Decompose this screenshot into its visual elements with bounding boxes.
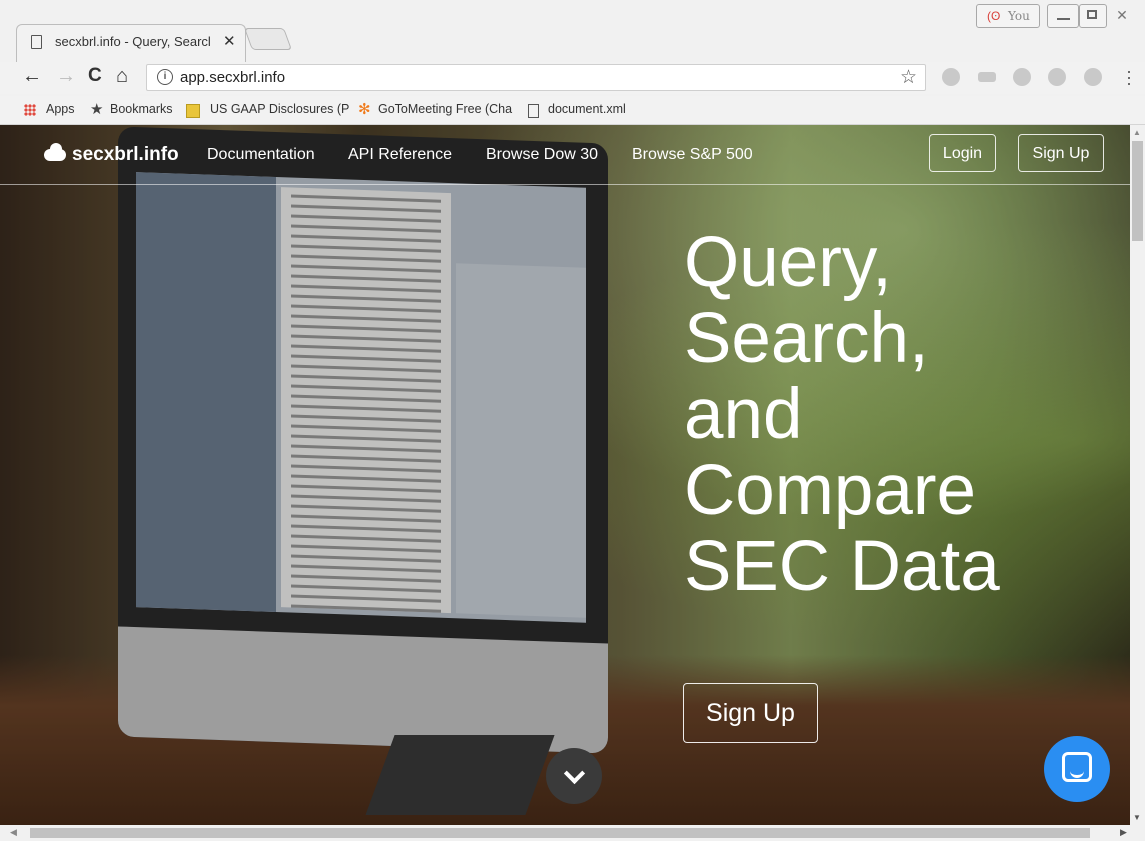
window-close-button[interactable]: ✕ (1107, 4, 1137, 28)
scroll-right-arrow-icon[interactable]: ▶ (1120, 827, 1127, 838)
bookmarks-bar: Apps ★ Bookmarks US GAAP Disclosures (P … (0, 96, 1145, 125)
page-viewport: secxbrl.info Documentation API Reference… (0, 125, 1130, 825)
minimize-button[interactable] (1047, 4, 1079, 28)
page-icon (528, 104, 539, 118)
tab-close-icon[interactable]: ✕ (223, 32, 236, 50)
back-button[interactable]: ← (22, 65, 42, 88)
reload-button[interactable]: C (88, 65, 102, 87)
extension-icon[interactable] (942, 68, 960, 86)
nav-api-reference[interactable]: API Reference (348, 146, 452, 164)
chat-icon (1062, 752, 1092, 782)
chat-launcher-button[interactable] (1044, 736, 1110, 802)
menu-icon[interactable]: · · · (1126, 62, 1132, 92)
extension-icon[interactable] (978, 72, 996, 82)
nav-browse-dow-30[interactable]: Browse Dow 30 (486, 146, 598, 164)
nav-documentation[interactable]: Documentation (207, 146, 315, 164)
bookmark-apps[interactable]: Apps (46, 102, 75, 116)
forward-button[interactable]: → (56, 65, 76, 88)
hero-title: Query, Search, and Compare SEC Data (684, 225, 1000, 605)
browser-titlebar: secxbrl.info - Query, Searcl ✕ (ʘ You ✕ (0, 0, 1145, 62)
cloud-icon (44, 143, 66, 161)
scrollbar-thumb[interactable] (1132, 141, 1143, 241)
browser-tab[interactable]: secxbrl.info - Query, Searcl ✕ (16, 24, 246, 62)
address-bar[interactable]: i app.secxbrl.info ☆ (146, 64, 926, 91)
star-icon[interactable]: ☆ (900, 66, 917, 89)
hero-signup-button[interactable]: Sign Up (683, 683, 818, 743)
bookmark-favicon-icon (186, 104, 200, 118)
maximize-button[interactable] (1079, 4, 1107, 28)
bookmark-document[interactable]: document.xml (548, 102, 626, 116)
brand-logo[interactable]: secxbrl.info (72, 144, 179, 166)
extension-icon[interactable] (1084, 68, 1102, 86)
chevron-down-icon[interactable] (546, 748, 602, 804)
vertical-scrollbar[interactable]: ▲ ▼ (1130, 125, 1145, 825)
hero-title-line: Search, (684, 299, 929, 378)
scrollbar-thumb[interactable] (30, 828, 1090, 838)
login-button[interactable]: Login (929, 134, 996, 172)
nav-browse-sp-500[interactable]: Browse S&P 500 (632, 146, 753, 164)
bookmark-bookmarks[interactable]: Bookmarks (110, 102, 173, 116)
gotomeeting-icon: ✻ (358, 101, 371, 118)
profile-label: You (1008, 9, 1030, 23)
tab-title: secxbrl.info - Query, Searcl (55, 34, 211, 49)
extension-icon[interactable] (1048, 68, 1066, 86)
site-navbar: secxbrl.info Documentation API Reference… (0, 125, 1130, 185)
info-icon[interactable]: i (157, 69, 173, 85)
scroll-up-arrow-icon[interactable]: ▲ (1133, 128, 1141, 137)
horizontal-scrollbar[interactable]: ◀ ▶ (0, 825, 1145, 841)
url-text: app.secxbrl.info (180, 69, 286, 86)
apps-icon (24, 104, 36, 116)
signup-button[interactable]: Sign Up (1018, 134, 1104, 172)
star-icon: ★ (90, 101, 104, 118)
hero-title-line: SEC Data (684, 527, 1000, 606)
scroll-left-arrow-icon[interactable]: ◀ (10, 827, 17, 838)
new-tab-button[interactable] (243, 28, 293, 50)
scroll-down-arrow-icon[interactable]: ▼ (1133, 813, 1141, 822)
bookmark-us-gaap[interactable]: US GAAP Disclosures (P (210, 102, 349, 116)
browser-toolbar: ← → C ⌂ i app.secxbrl.info ☆ · · · (0, 62, 1145, 94)
page-icon (31, 35, 42, 49)
extension-icon[interactable] (1013, 68, 1031, 86)
hero-title-line: and (684, 375, 803, 454)
profile-button[interactable]: (ʘ You (976, 4, 1040, 28)
hero-title-line: Query, (684, 223, 892, 302)
profile-icon: (ʘ (987, 9, 1001, 23)
hero-title-line: Compare (684, 451, 977, 530)
bookmark-gotomeeting[interactable]: GoToMeeting Free (Cha (378, 102, 512, 116)
home-button[interactable]: ⌂ (116, 65, 128, 88)
